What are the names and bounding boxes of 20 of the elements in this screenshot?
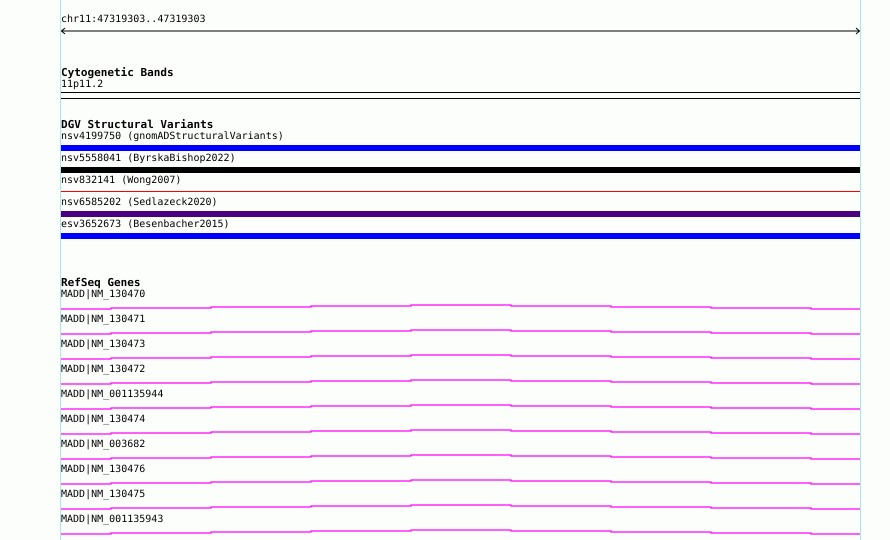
track-title: Cytogenetic Bands <box>61 67 175 79</box>
gene-label: MADD|NM_130474 <box>61 414 146 426</box>
gene-label: MADD|NM_130472 <box>61 364 146 376</box>
variant-label: nsv832141 (Wong2007) <box>61 175 182 187</box>
variant-label: esv3652673 (Besenbacher2015) <box>61 219 231 231</box>
band-label: 11p11.2 <box>61 79 104 91</box>
gene-label: MADD|NM_001135943 <box>61 514 164 526</box>
gene-label: MADD|NM_130471 <box>61 314 146 326</box>
gene-label: MADD|NM_001135944 <box>61 389 164 401</box>
gene-label: MADD|NM_130476 <box>61 464 146 476</box>
gene-label: MADD|NM_130475 <box>61 489 146 501</box>
gene-label: MADD|NM_130473 <box>61 339 146 351</box>
variant-label: nsv5558041 (ByrskaBishop2022) <box>61 153 237 165</box>
track-title: RefSeq Genes <box>61 277 142 289</box>
ruler-label: chr11:47319303..47319303 <box>61 14 206 26</box>
gene-label: MADD|NM_130470 <box>61 289 146 301</box>
variant-label: nsv6585202 (Sedlazeck2020) <box>61 197 219 209</box>
track-title: DGV Structural Variants <box>61 119 214 131</box>
variant-label: nsv4199750 (gnomADStructuralVariants) <box>61 131 285 143</box>
gene-label: MADD|NM_003682 <box>61 439 146 451</box>
